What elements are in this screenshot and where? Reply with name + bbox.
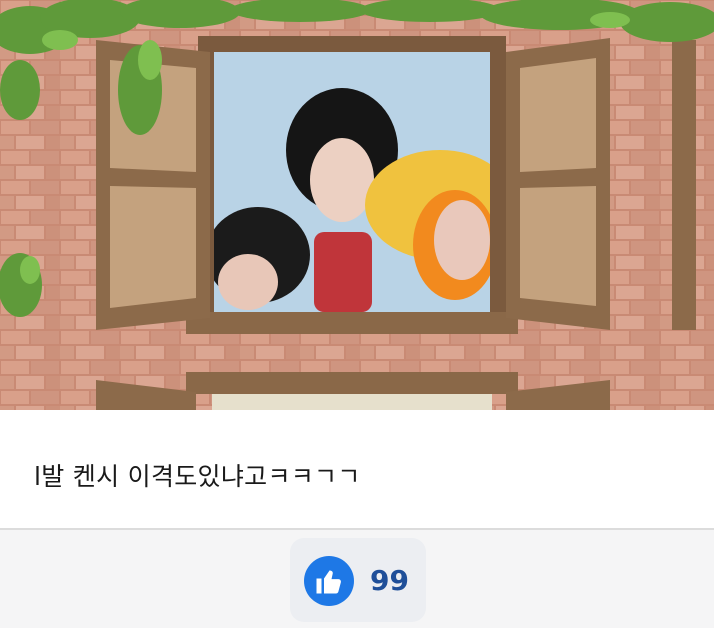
thumbs-up-icon <box>316 570 341 594</box>
like-count: 99 <box>370 564 409 597</box>
post-caption: l발 켄시 이격도있냐고ㅋㅋㄱㄱ <box>34 462 361 491</box>
post-image <box>0 0 714 410</box>
like-reaction[interactable]: 99 <box>290 538 426 622</box>
like-button[interactable] <box>304 556 354 606</box>
window-illustration <box>0 0 714 410</box>
post-caption-area: l발 켄시 이격도있냐고ㅋㅋㄱㄱ <box>0 410 714 528</box>
reaction-bar: 99 <box>0 530 714 628</box>
